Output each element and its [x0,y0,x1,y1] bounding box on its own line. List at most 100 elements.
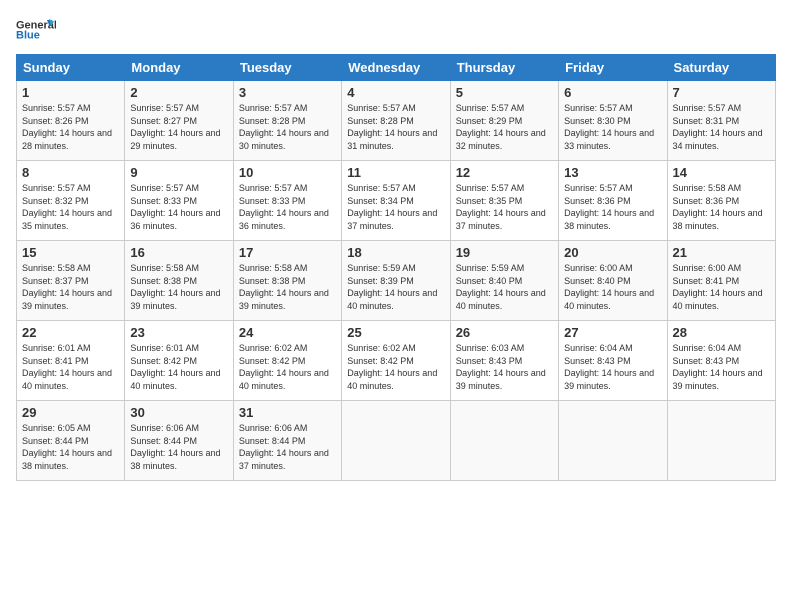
day-number: 25 [347,325,444,340]
week-row-1: 1 Sunrise: 5:57 AMSunset: 8:26 PMDaylight… [17,81,776,161]
weekday-wednesday: Wednesday [342,55,450,81]
day-number: 12 [456,165,553,180]
day-info: Sunrise: 5:57 AMSunset: 8:33 PMDaylight:… [130,182,227,232]
day-info: Sunrise: 6:03 AMSunset: 8:43 PMDaylight:… [456,342,553,392]
calendar-cell: 26 Sunrise: 6:03 AMSunset: 8:43 PMDayligh… [450,321,558,401]
day-number: 26 [456,325,553,340]
day-info: Sunrise: 5:57 AMSunset: 8:26 PMDaylight:… [22,102,119,152]
day-info: Sunrise: 6:00 AMSunset: 8:41 PMDaylight:… [673,262,770,312]
day-number: 7 [673,85,770,100]
day-number: 23 [130,325,227,340]
calendar-cell: 15 Sunrise: 5:58 AMSunset: 8:37 PMDayligh… [17,241,125,321]
weekday-friday: Friday [559,55,667,81]
day-number: 27 [564,325,661,340]
day-number: 28 [673,325,770,340]
svg-text:Blue: Blue [16,30,40,42]
day-info: Sunrise: 6:04 AMSunset: 8:43 PMDaylight:… [564,342,661,392]
day-info: Sunrise: 5:57 AMSunset: 8:35 PMDaylight:… [456,182,553,232]
calendar-cell: 14 Sunrise: 5:58 AMSunset: 8:36 PMDayligh… [667,161,775,241]
calendar-table: SundayMondayTuesdayWednesdayThursdayFrid… [16,54,776,481]
calendar-cell: 8Sunrise: 5:57 AMSunset: 8:32 PMDaylight… [17,161,125,241]
day-info: Sunrise: 5:59 AMSunset: 8:39 PMDaylight:… [347,262,444,312]
day-info: Sunrise: 5:58 AMSunset: 8:38 PMDaylight:… [130,262,227,312]
day-number: 16 [130,245,227,260]
day-info: Sunrise: 5:57 AMSunset: 8:30 PMDaylight:… [564,102,661,152]
day-info: Sunrise: 5:58 AMSunset: 8:37 PMDaylight:… [22,262,119,312]
calendar-cell: 19 Sunrise: 5:59 AMSunset: 8:40 PMDayligh… [450,241,558,321]
calendar-cell: 9 Sunrise: 5:57 AMSunset: 8:33 PMDaylight… [125,161,233,241]
calendar-cell: 20 Sunrise: 6:00 AMSunset: 8:40 PMDayligh… [559,241,667,321]
day-number: 21 [673,245,770,260]
day-info: Sunrise: 6:00 AMSunset: 8:40 PMDaylight:… [564,262,661,312]
day-number: 14 [673,165,770,180]
calendar-cell: 22 Sunrise: 6:01 AMSunset: 8:41 PMDayligh… [17,321,125,401]
day-info: Sunrise: 6:06 AMSunset: 8:44 PMDaylight:… [130,422,227,472]
calendar-cell: 6 Sunrise: 5:57 AMSunset: 8:30 PMDaylight… [559,81,667,161]
week-row-3: 15 Sunrise: 5:58 AMSunset: 8:37 PMDayligh… [17,241,776,321]
calendar-cell [342,401,450,481]
day-info: Sunrise: 5:57 AMSunset: 8:32 PMDaylight:… [22,182,119,232]
calendar-cell: 27 Sunrise: 6:04 AMSunset: 8:43 PMDayligh… [559,321,667,401]
calendar-cell [450,401,558,481]
calendar-cell: 31 Sunrise: 6:06 AMSunset: 8:44 PMDayligh… [233,401,341,481]
calendar-cell: 2Sunrise: 5:57 AMSunset: 8:27 PMDaylight… [125,81,233,161]
calendar-cell: 16 Sunrise: 5:58 AMSunset: 8:38 PMDayligh… [125,241,233,321]
week-row-2: 8Sunrise: 5:57 AMSunset: 8:32 PMDaylight… [17,161,776,241]
logo-svg: General Blue [16,16,56,44]
day-number: 22 [22,325,119,340]
calendar-cell: 13Sunrise: 5:57 AMSunset: 8:36 PMDayligh… [559,161,667,241]
day-info: Sunrise: 5:58 AMSunset: 8:36 PMDaylight:… [673,182,770,232]
day-number: 3 [239,85,336,100]
day-info: Sunrise: 5:59 AMSunset: 8:40 PMDaylight:… [456,262,553,312]
day-info: Sunrise: 6:05 AMSunset: 8:44 PMDaylight:… [22,422,119,472]
day-info: Sunrise: 6:01 AMSunset: 8:42 PMDaylight:… [130,342,227,392]
page-container: General Blue SundayMondayTuesdayWednesda… [0,0,792,489]
calendar-cell: 18Sunrise: 5:59 AMSunset: 8:39 PMDayligh… [342,241,450,321]
day-number: 30 [130,405,227,420]
day-number: 5 [456,85,553,100]
calendar-cell: 1 Sunrise: 5:57 AMSunset: 8:26 PMDaylight… [17,81,125,161]
weekday-saturday: Saturday [667,55,775,81]
day-info: Sunrise: 5:57 AMSunset: 8:27 PMDaylight:… [130,102,227,152]
day-info: Sunrise: 6:02 AMSunset: 8:42 PMDaylight:… [239,342,336,392]
calendar-cell: 21 Sunrise: 6:00 AMSunset: 8:41 PMDayligh… [667,241,775,321]
day-number: 11 [347,165,444,180]
day-number: 15 [22,245,119,260]
calendar-cell: 17 Sunrise: 5:58 AMSunset: 8:38 PMDayligh… [233,241,341,321]
day-number: 10 [239,165,336,180]
weekday-monday: Monday [125,55,233,81]
day-info: Sunrise: 5:57 AMSunset: 8:33 PMDaylight:… [239,182,336,232]
day-number: 9 [130,165,227,180]
day-number: 19 [456,245,553,260]
week-row-4: 22 Sunrise: 6:01 AMSunset: 8:41 PMDayligh… [17,321,776,401]
day-number: 29 [22,405,119,420]
calendar-cell: 7 Sunrise: 5:57 AMSunset: 8:31 PMDaylight… [667,81,775,161]
day-info: Sunrise: 6:04 AMSunset: 8:43 PMDaylight:… [673,342,770,392]
day-number: 20 [564,245,661,260]
calendar-cell [667,401,775,481]
day-number: 4 [347,85,444,100]
calendar-cell: 4Sunrise: 5:57 AMSunset: 8:28 PMDaylight… [342,81,450,161]
day-info: Sunrise: 5:57 AMSunset: 8:29 PMDaylight:… [456,102,553,152]
week-row-5: 29 Sunrise: 6:05 AMSunset: 8:44 PMDayligh… [17,401,776,481]
weekday-sunday: Sunday [17,55,125,81]
day-number: 17 [239,245,336,260]
day-number: 6 [564,85,661,100]
weekday-header-row: SundayMondayTuesdayWednesdayThursdayFrid… [17,55,776,81]
calendar-cell: 3Sunrise: 5:57 AMSunset: 8:28 PMDaylight… [233,81,341,161]
day-info: Sunrise: 6:01 AMSunset: 8:41 PMDaylight:… [22,342,119,392]
weekday-tuesday: Tuesday [233,55,341,81]
calendar-cell: 30 Sunrise: 6:06 AMSunset: 8:44 PMDayligh… [125,401,233,481]
day-number: 31 [239,405,336,420]
calendar-cell: 5 Sunrise: 5:57 AMSunset: 8:29 PMDaylight… [450,81,558,161]
day-info: Sunrise: 5:58 AMSunset: 8:38 PMDaylight:… [239,262,336,312]
calendar-cell: 24Sunrise: 6:02 AMSunset: 8:42 PMDayligh… [233,321,341,401]
calendar-cell: 12 Sunrise: 5:57 AMSunset: 8:35 PMDayligh… [450,161,558,241]
logo: General Blue [16,16,56,44]
day-info: Sunrise: 5:57 AMSunset: 8:34 PMDaylight:… [347,182,444,232]
day-info: Sunrise: 5:57 AMSunset: 8:31 PMDaylight:… [673,102,770,152]
day-number: 1 [22,85,119,100]
day-info: Sunrise: 5:57 AMSunset: 8:36 PMDaylight:… [564,182,661,232]
calendar-cell [559,401,667,481]
day-info: Sunrise: 6:06 AMSunset: 8:44 PMDaylight:… [239,422,336,472]
